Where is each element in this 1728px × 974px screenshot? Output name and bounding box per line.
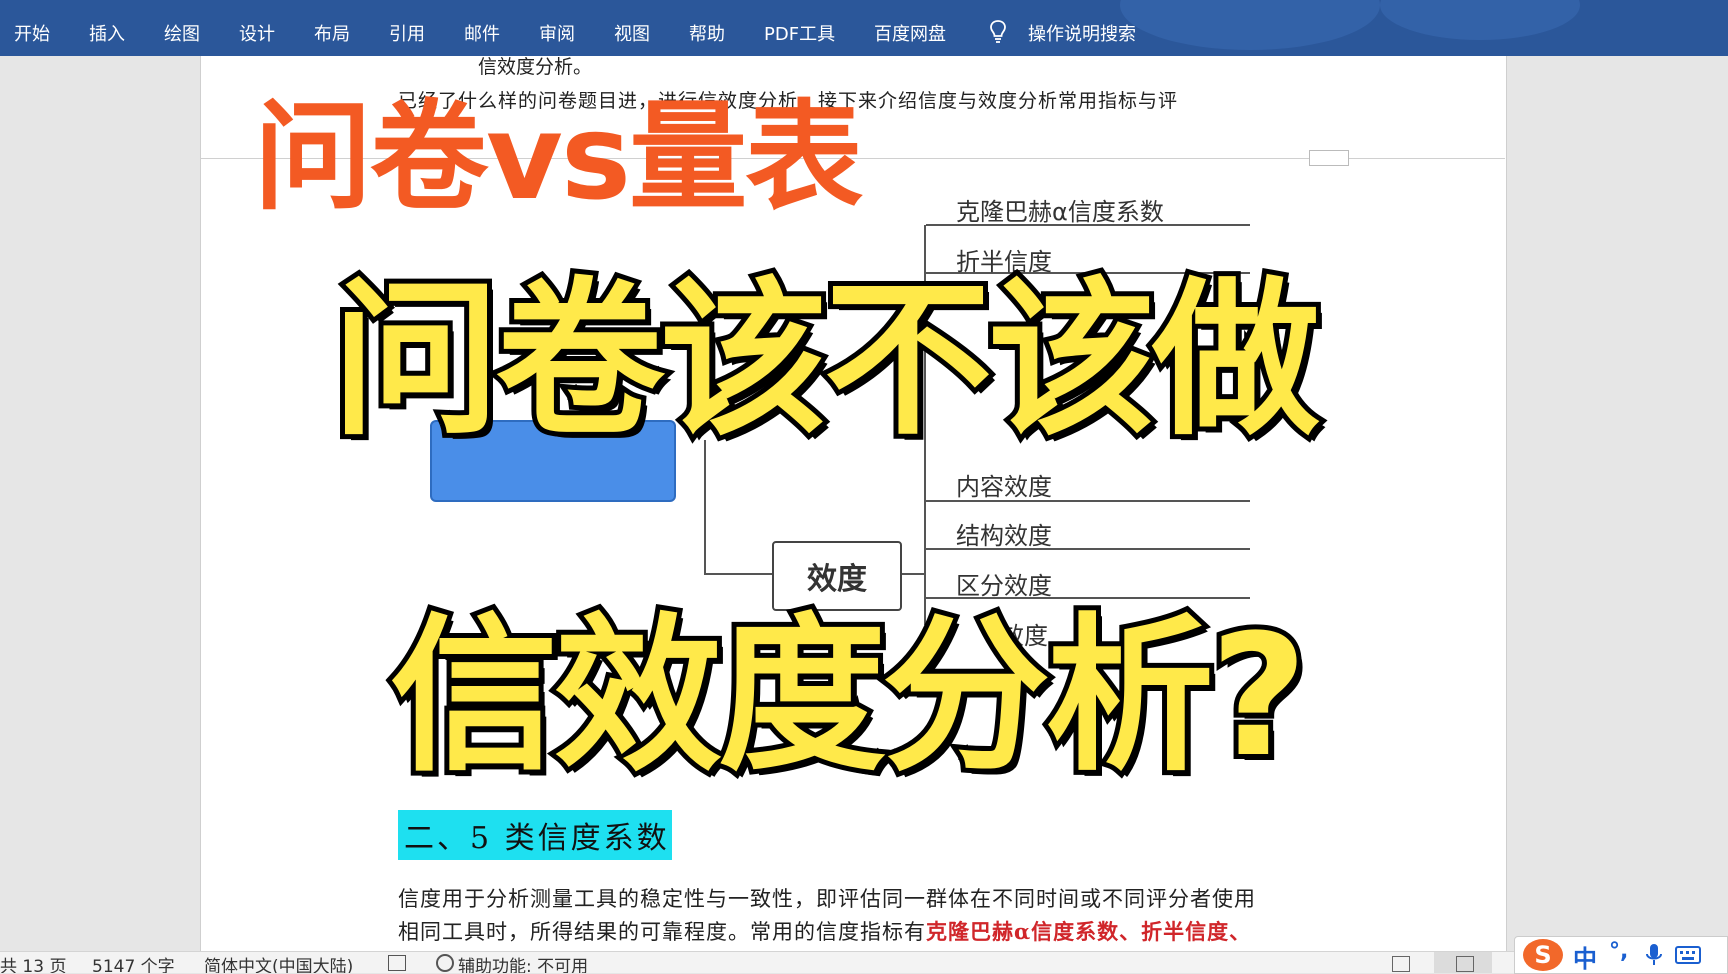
accessibility-status[interactable]: 辅助功能: 不可用 bbox=[458, 952, 588, 973]
section-heading: 二、5 类信度系数 bbox=[398, 810, 672, 860]
mindmap-leaf: 克隆巴赫α信度系数 bbox=[956, 198, 1164, 226]
tab-review[interactable]: 审阅 bbox=[539, 20, 575, 46]
tab-baidu-netdisk[interactable]: 百度网盘 bbox=[874, 20, 946, 46]
tab-help[interactable]: 帮助 bbox=[689, 20, 725, 46]
tab-layout[interactable]: 布局 bbox=[314, 20, 350, 46]
ime-toolbar[interactable]: S 中 °, bbox=[1514, 936, 1728, 974]
highlighted-text: 克隆巴赫α信度系数、折半信度、 bbox=[926, 919, 1252, 944]
mindmap-leaf: 内容效度 bbox=[956, 473, 1052, 501]
status-bar: 共 13 页 5147 个字 简体中文(中国大陆) 辅助功能: 不可用 bbox=[0, 951, 1728, 973]
page-marker bbox=[1309, 150, 1349, 166]
tab-pdf-tools[interactable]: PDF工具 bbox=[764, 20, 835, 46]
microphone-icon[interactable] bbox=[1645, 943, 1663, 967]
mindmap-connector bbox=[704, 573, 772, 575]
mindmap-leaf: 区分效度 bbox=[956, 572, 1052, 600]
tab-view[interactable]: 视图 bbox=[614, 20, 650, 46]
tab-insert[interactable]: 插入 bbox=[89, 20, 125, 46]
tab-mailings[interactable]: 邮件 bbox=[464, 20, 500, 46]
word-count[interactable]: 5147 个字 bbox=[92, 952, 175, 973]
mindmap-connector bbox=[704, 440, 706, 574]
lightbulb-icon bbox=[990, 20, 1006, 43]
ribbon: 开始 插入 绘图 设计 布局 引用 邮件 审阅 视图 帮助 PDF工具 百度网盘… bbox=[0, 0, 1728, 56]
read-mode-icon[interactable] bbox=[1392, 956, 1410, 972]
mindmap-connector bbox=[898, 573, 926, 575]
overlay-headline-2: 信效度分析? bbox=[385, 598, 1312, 794]
page-count[interactable]: 共 13 页 bbox=[0, 952, 66, 973]
overlay-headline-1: 问卷该不该做 bbox=[327, 262, 1325, 458]
paragraph-line: 相同工具时，所得结果的可靠程度。常用的信度指标有克隆巴赫α信度系数、折半信度、 bbox=[398, 916, 1251, 946]
overlay-title: 问卷vs量表 bbox=[254, 88, 863, 226]
tab-home[interactable]: 开始 bbox=[14, 20, 50, 46]
tab-design[interactable]: 设计 bbox=[239, 20, 275, 46]
ime-mode-toggle[interactable]: 中 bbox=[1573, 939, 1597, 974]
tab-draw[interactable]: 绘图 bbox=[164, 20, 200, 46]
language-indicator[interactable]: 简体中文(中国大陆) bbox=[204, 952, 353, 973]
sogou-logo-icon[interactable]: S bbox=[1523, 939, 1563, 971]
keyboard-icon[interactable] bbox=[1675, 946, 1701, 964]
search-help-label[interactable]: 操作说明搜索 bbox=[1028, 20, 1136, 46]
tab-references[interactable]: 引用 bbox=[389, 20, 425, 46]
ribbon-decoration bbox=[1120, 0, 1380, 50]
ribbon-decoration bbox=[1380, 0, 1580, 40]
mindmap-leaf: 结构效度 bbox=[956, 522, 1052, 550]
doc-line: 信效度分析。 bbox=[478, 56, 593, 78]
print-layout-icon bbox=[1456, 956, 1474, 972]
paragraph-text: 相同工具时，所得结果的可靠程度。常用的信度指标有 bbox=[398, 920, 926, 944]
accessibility-icon[interactable] bbox=[436, 954, 454, 972]
punctuation-icon[interactable]: °, bbox=[1609, 939, 1628, 964]
paragraph-line: 信度用于分析测量工具的稳定性与一致性，即评估同一群体在不同时间或不同评分者使用 bbox=[398, 887, 1256, 911]
proofing-icon[interactable] bbox=[388, 955, 406, 971]
